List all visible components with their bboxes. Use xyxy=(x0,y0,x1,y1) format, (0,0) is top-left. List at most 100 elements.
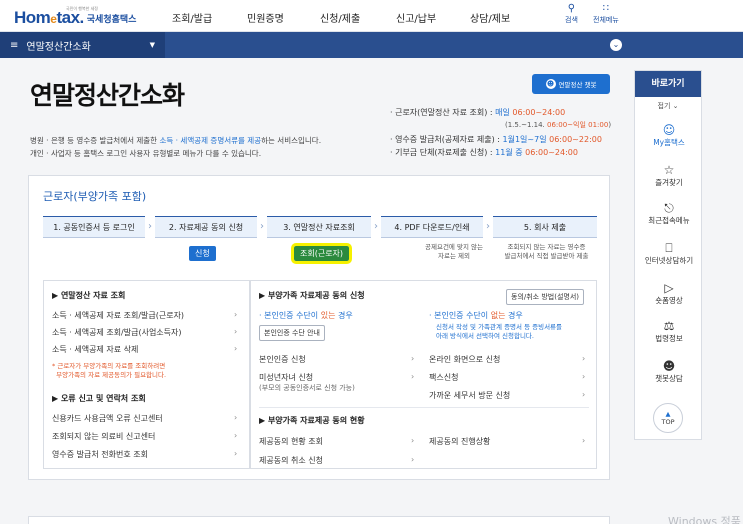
quick-fold-button[interactable]: 접기 ⌄ xyxy=(635,101,701,111)
step-arrow-icon: › xyxy=(260,221,264,232)
chevron-right-icon: › xyxy=(582,354,586,363)
cert-unavailable-label: · 본인인증 수단이 없는 경우 xyxy=(429,311,523,320)
step-consent: 2. 자료제공 동의 신청 xyxy=(155,216,257,238)
person-icon: ☺ xyxy=(662,123,676,137)
process-steps: 1. 공동인증서 등 로그인 › 2. 자료제공 동의 신청 › 3. 연말정산… xyxy=(43,216,597,238)
consent-status-title: ▶ 부양가족 자료제공 동의 현황 xyxy=(259,416,365,425)
section-title: 근로자(부양가족 포함) xyxy=(43,190,147,203)
chatbot-icon: ☻ xyxy=(545,79,556,89)
menu-issuer-phone[interactable]: 영수증 발급처 전화번호 조회 xyxy=(52,449,148,460)
minor-child-subtext: (부모의 공동인증서로 신청 가능) xyxy=(259,384,355,392)
submenu-dropdown[interactable]: ≡ 연말정산간소화 ▼ xyxy=(0,32,165,58)
quick-recent-menu[interactable]: ⎋ 최근접속메뉴 xyxy=(635,201,703,226)
info-worker-hours: · 근로자(연말정산 자료 조회) : 매일 06:00~24:00 xyxy=(390,108,566,117)
star-icon: ☆ xyxy=(663,163,675,177)
service-description: 병원 · 은행 등 영수증 발급처에서 제출한 소득 · 세액공제 증명서류를 … xyxy=(30,136,322,145)
caret-down-icon: ▼ xyxy=(149,41,155,49)
menu-business-lookup[interactable]: 소득 · 세액공제 조회/발급(사업소득자) xyxy=(52,327,182,338)
user-type-notice: 개인 · 사업자 등 홈택스 로그인 사용자 유형별로 메뉴가 다를 수 있습니… xyxy=(30,149,262,158)
menu-card-error-report[interactable]: 신용카드 사용금액 오류 신고센터 xyxy=(52,413,163,424)
scroll-top-button[interactable]: ▲ TOP xyxy=(653,403,683,433)
gavel-icon: ⚖ xyxy=(663,319,675,333)
menu-medical-report[interactable]: 조회되지 않는 의료비 신고센터 xyxy=(52,431,155,442)
menu-consent-status[interactable]: 제공동의 현황 조회 xyxy=(259,436,323,447)
quick-shortform-video[interactable]: ▷ 숏폼영상 xyxy=(635,281,703,306)
search-icon: ⚲ xyxy=(567,3,576,14)
chevron-right-icon: › xyxy=(234,449,238,458)
chevron-right-icon: › xyxy=(411,455,415,464)
caret-up-icon: ▲ xyxy=(665,410,671,418)
step-login: 1. 공동인증서 등 로그인 xyxy=(43,216,145,238)
step-arrow-icon: › xyxy=(374,221,378,232)
menu-minor-child-apply[interactable]: 미성년자녀 신청 xyxy=(259,372,313,383)
nav-civil-certificate[interactable]: 민원증명 xyxy=(247,10,284,25)
chevron-right-icon: › xyxy=(234,344,238,353)
dependent-consent-note: * 근로자가 부양가족의 자료를 조회하려면 부양가족의 자료 제공동의가 필요… xyxy=(52,362,167,379)
nav-lookup-issue[interactable]: 조회/발급 xyxy=(172,10,212,25)
hometax-logo[interactable]: 국민이 행복한 세정 Hometax. 국세청홈택스 xyxy=(14,4,136,28)
lookup-worker-button[interactable]: 조회(근로자) xyxy=(290,243,353,264)
page-title: 연말정산간소화 xyxy=(30,81,185,110)
chevron-right-icon: › xyxy=(234,431,238,440)
logo-slogan: 국민이 행복한 세정 xyxy=(66,6,98,11)
chevron-right-icon: › xyxy=(411,372,415,381)
quick-menu-title: 바로가기 xyxy=(635,71,701,97)
menu-tax-office-visit[interactable]: 가까운 세무서 방문 신청 xyxy=(429,390,510,401)
step-arrow-icon: › xyxy=(148,221,152,232)
menu-consent-cancel[interactable]: 제공동의 취소 신청 xyxy=(259,455,323,466)
lookup-box-title: ▶ 연말정산 자료 조회 xyxy=(52,291,126,300)
quick-favorites[interactable]: ☆ 즐겨찾기 xyxy=(635,163,703,188)
cert-guide-button[interactable]: 본인인증 수단 안내 xyxy=(259,325,325,341)
recent-icon: ⎋ xyxy=(664,201,674,215)
divider xyxy=(259,407,589,408)
menu-self-cert-apply[interactable]: 본인인증 신청 xyxy=(259,354,306,365)
info-issuer-hours: · 영수증 발급처(공제자료 제출) : 1월1일~7일 06:00~22:00 xyxy=(390,135,602,144)
lookup-menu-box: ▶ 연말정산 자료 조회 소득 · 세액공제 자료 조회/발급(근로자) › 소… xyxy=(43,280,250,469)
quick-menu-panel: 바로가기 접기 ⌄ ☺ My홈택스 ☆ 즐겨찾기 ⎋ 최근접속메뉴 ⎕ 인터넷상담하기 … xyxy=(634,70,702,440)
nav-apply-submit[interactable]: 신청/제출 xyxy=(320,10,360,25)
chatbot-icon: ☻ xyxy=(662,359,676,373)
quick-my-hometax[interactable]: ☺ My홈택스 xyxy=(635,123,703,148)
worker-section-card: 근로자(부양가족 포함) 1. 공동인증서 등 로그인 › 2. 자료제공 동의… xyxy=(28,175,610,480)
play-icon: ▷ xyxy=(664,281,674,295)
nav-consult-report[interactable]: 상담/제보 xyxy=(470,10,510,25)
search-button[interactable]: ⚲ 검색 xyxy=(565,3,578,25)
menu-fax-apply[interactable]: 팩스신청 xyxy=(429,372,458,383)
chevron-right-icon: › xyxy=(582,436,586,445)
logo-korean: 국세청홈택스 xyxy=(86,15,137,25)
grid-icon: ∷ xyxy=(602,3,610,14)
step-lookup: 3. 연말정산 자료조회 xyxy=(267,216,371,238)
nav-report-pay[interactable]: 신고/납부 xyxy=(396,10,436,25)
chevron-right-icon: › xyxy=(234,413,238,422)
step5-note: 조회되지 않는 자료는 영수증 발급처에서 직접 발급받아 제출 xyxy=(504,243,589,260)
top-navigation: 국민이 행복한 세정 Hometax. 국세청홈택스 조회/발급 민원증명 신청… xyxy=(0,0,743,32)
step-arrow-icon: › xyxy=(486,221,490,232)
consent-method-button[interactable]: 동의/취소 방법(설명서) xyxy=(506,289,585,305)
dependent-consent-box: ▶ 부양가족 자료제공 동의 신청 동의/취소 방법(설명서) · 본인인증 수… xyxy=(250,280,597,469)
chevron-right-icon: › xyxy=(234,327,238,336)
chevron-right-icon: › xyxy=(411,436,415,445)
consent-box-title: ▶ 부양가족 자료제공 동의 신청 xyxy=(259,291,365,300)
hamburger-icon: ≡ xyxy=(10,39,19,51)
expand-down-icon[interactable]: ⌄ xyxy=(610,39,622,51)
windows-watermark: Windows 정품 xyxy=(668,515,741,524)
cert-unavailable-note: 신청서 작성 및 가족관계 증명서 등 증빙서류를 아래 방식에서 선택하여 신청… xyxy=(436,323,563,340)
quick-internet-consult[interactable]: ⎕ 인터넷상담하기 xyxy=(635,241,703,266)
chevron-right-icon: › xyxy=(582,372,586,381)
info-donation-hours: · 기부금 단체(자료제출 신청) : 11월 중 06:00~24:00 xyxy=(390,148,578,157)
menu-consent-progress[interactable]: 제공동의 진행상황 xyxy=(429,436,490,447)
quick-law-info[interactable]: ⚖ 법령정보 xyxy=(635,319,703,344)
apply-button[interactable]: 신청 xyxy=(189,246,216,261)
step-pdf-download: 4. PDF 다운로드/인쇄 xyxy=(381,216,483,238)
quick-chatbot-consult[interactable]: ☻ 챗봇상담 xyxy=(635,359,703,384)
chatbot-button[interactable]: ☻ 연말정산 챗봇 xyxy=(532,74,610,94)
step-company-submit: 5. 회사 제출 xyxy=(493,216,597,238)
all-menu-button[interactable]: ∷ 전체메뉴 xyxy=(593,3,619,25)
sub-navigation-bar: ≡ 연말정산간소화 ▼ ⌄ xyxy=(0,32,743,58)
info-worker-hours-extended: (1.5.~1.14. 06:00~익일 01:00) xyxy=(505,121,612,129)
menu-worker-lookup[interactable]: 소득 · 세액공제 자료 조회/발급(근로자) xyxy=(52,310,184,321)
chevron-right-icon: › xyxy=(234,310,238,319)
cert-available-label: · 본인인증 수단이 있는 경우 xyxy=(259,311,353,320)
menu-online-apply[interactable]: 온라인 화면으로 신청 xyxy=(429,354,500,365)
menu-data-delete[interactable]: 소득 · 세액공제 자료 삭제 xyxy=(52,344,138,355)
